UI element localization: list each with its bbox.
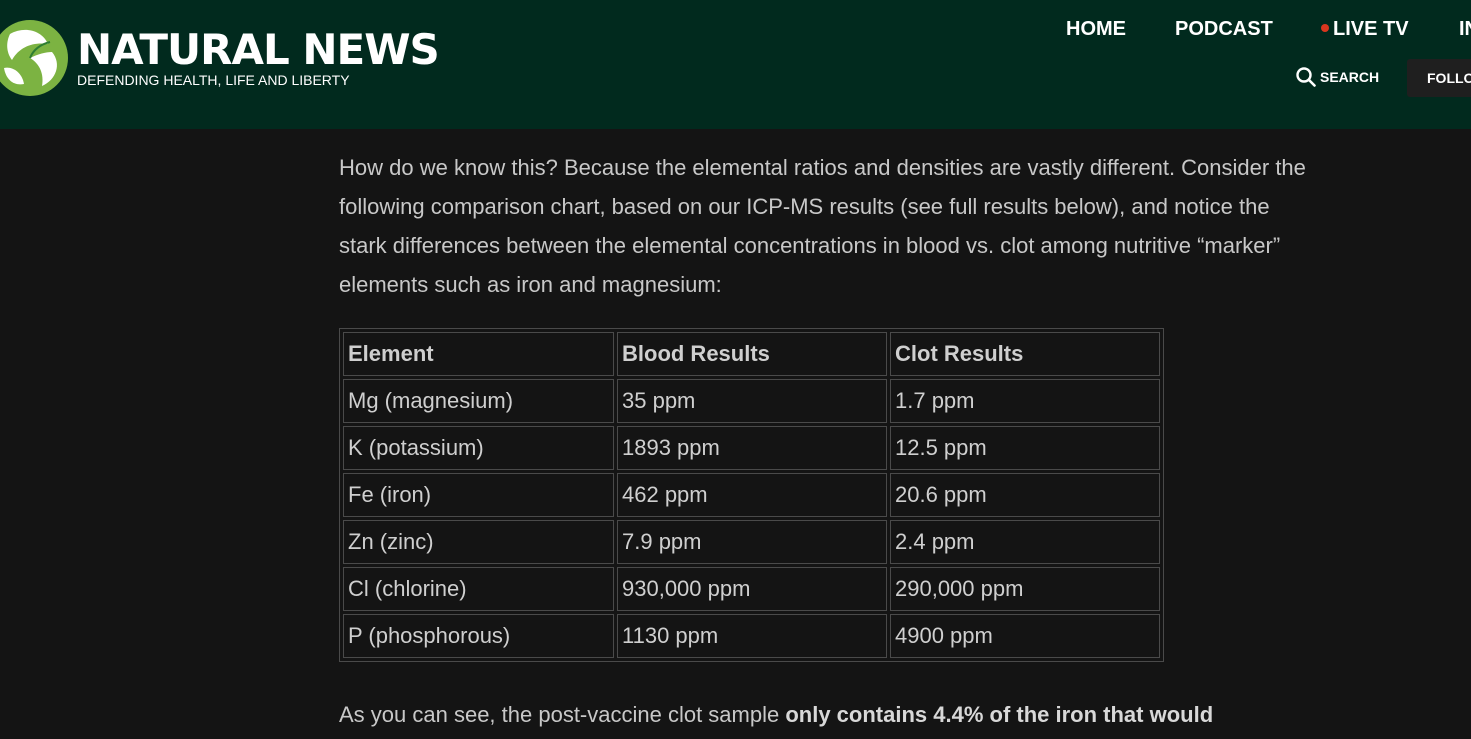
table-cell-clot: 12.5 ppm: [890, 426, 1160, 470]
table-header-row: Element Blood Results Clot Results: [343, 332, 1160, 376]
article-outro-paragraph: As you can see, the post-vaccine clot sa…: [339, 695, 1339, 734]
table-cell-blood: 35 ppm: [617, 379, 887, 423]
table-row: K (potassium) 1893 ppm 12.5 ppm: [343, 426, 1160, 470]
table-row: Fe (iron) 462 ppm 20.6 ppm: [343, 473, 1160, 517]
article-intro-paragraph: How do we know this? Because the element…: [339, 155, 1306, 297]
site-tagline: DEFENDING HEALTH, LIFE AND LIBERTY: [77, 72, 350, 88]
search-icon: [1296, 67, 1316, 88]
article-body: How do we know this? Because the element…: [339, 148, 1314, 304]
table-header-blood: Blood Results: [617, 332, 887, 376]
table-cell-blood: 462 ppm: [617, 473, 887, 517]
table-cell-element: Fe (iron): [343, 473, 614, 517]
table-cell-element: P (phosphorous): [343, 614, 614, 658]
nav-live-tv-label: LIVE TV: [1333, 18, 1409, 40]
table-row: P (phosphorous) 1130 ppm 4900 ppm: [343, 614, 1160, 658]
nav-podcast[interactable]: PODCAST: [1175, 17, 1273, 41]
nav-partial-item[interactable]: IN: [1459, 17, 1471, 41]
search-button[interactable]: SEARCH: [1296, 66, 1379, 88]
table-cell-clot: 20.6 ppm: [890, 473, 1160, 517]
table-row: Mg (magnesium) 35 ppm 1.7 ppm: [343, 379, 1160, 423]
site-brand[interactable]: NATURAL NEWS: [77, 24, 440, 76]
table-header-clot: Clot Results: [890, 332, 1160, 376]
table-row: Cl (chlorine) 930,000 ppm 290,000 ppm: [343, 567, 1160, 611]
site-header: NATURAL NEWS DEFENDING HEALTH, LIFE AND …: [0, 0, 1471, 129]
table-header-element: Element: [343, 332, 614, 376]
table-cell-element: K (potassium): [343, 426, 614, 470]
follow-button[interactable]: FOLLOW: [1407, 59, 1471, 97]
table-cell-blood: 1130 ppm: [617, 614, 887, 658]
nav-home[interactable]: HOME: [1066, 17, 1126, 41]
table-cell-clot: 1.7 ppm: [890, 379, 1160, 423]
outro-plain-text: As you can see, the post-vaccine clot sa…: [339, 702, 786, 727]
table-cell-clot: 4900 ppm: [890, 614, 1160, 658]
comparison-table: Element Blood Results Clot Results Mg (m…: [339, 328, 1164, 662]
table-row: Zn (zinc) 7.9 ppm 2.4 ppm: [343, 520, 1160, 564]
table-cell-blood: 1893 ppm: [617, 426, 887, 470]
table-cell-blood: 930,000 ppm: [617, 567, 887, 611]
table-cell-element: Mg (magnesium): [343, 379, 614, 423]
table-cell-clot: 290,000 ppm: [890, 567, 1160, 611]
leaf-globe-logo-icon[interactable]: [0, 18, 70, 98]
table-cell-blood: 7.9 ppm: [617, 520, 887, 564]
search-label: SEARCH: [1320, 69, 1380, 85]
table-cell-clot: 2.4 ppm: [890, 520, 1160, 564]
table-cell-element: Cl (chlorine): [343, 567, 614, 611]
live-indicator-icon: [1321, 23, 1329, 32]
nav-live-tv[interactable]: LIVE TV: [1321, 17, 1409, 41]
outro-bold-text: only contains 4.4% of the iron that woul…: [785, 702, 1214, 727]
table-cell-element: Zn (zinc): [343, 520, 614, 564]
